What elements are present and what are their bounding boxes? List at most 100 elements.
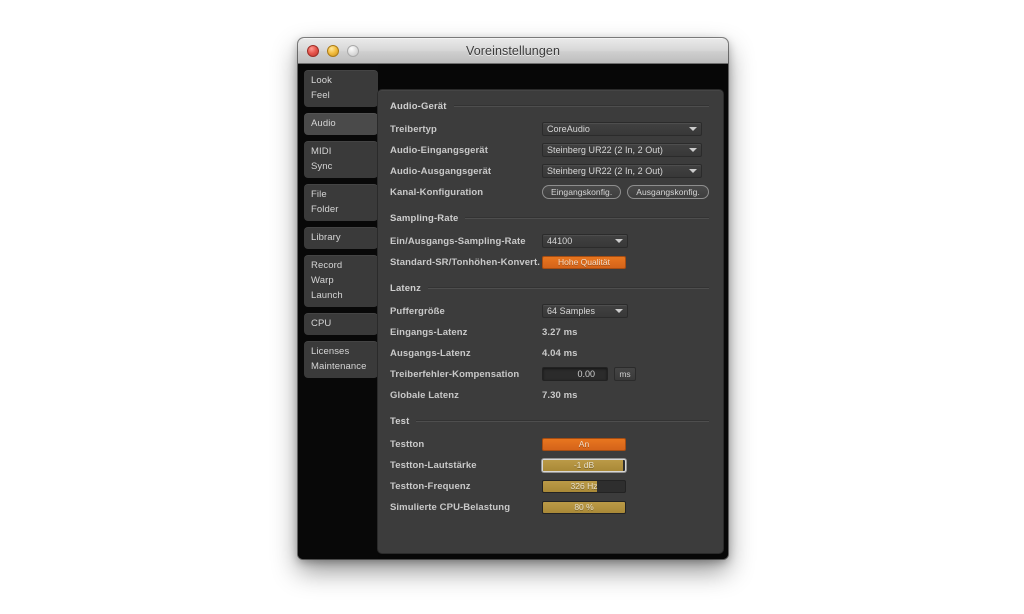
input-device-dropdown[interactable]: Steinberg UR22 (2 In, 2 Out) <box>542 143 702 157</box>
sidebar-label-folder: Folder <box>311 203 339 215</box>
sidebar-label-launch: Launch <box>311 289 343 301</box>
sidebar-item-look-feel[interactable]: Look Feel <box>304 70 378 107</box>
preferences-window: Voreinstellungen Look Feel Audio MIDI Sy… <box>298 38 728 559</box>
content-wrapper: Audio-Gerät Treibertyp CoreAudio Audio-E… <box>378 64 728 559</box>
label-overall-latency: Globale Latenz <box>390 389 459 401</box>
test-tone-toggle[interactable]: An <box>542 437 626 451</box>
field-driver-type: CoreAudio <box>542 122 709 136</box>
input-latency-value: 3.27 ms <box>542 326 578 338</box>
section-header-audio-device: Audio-Gerät <box>390 100 709 112</box>
field-input-device: Steinberg UR22 (2 In, 2 Out) <box>542 143 709 157</box>
label-test-tone-volume: Testton-Lautstärke <box>390 459 477 471</box>
sidebar-label-audio: Audio <box>311 117 336 129</box>
output-device-dropdown[interactable]: Steinberg UR22 (2 In, 2 Out) <box>542 164 702 178</box>
label-driver-type: Treibertyp <box>390 123 437 135</box>
label-input-device: Audio-Eingangsgerät <box>390 144 488 156</box>
sidebar-item-record-warp-launch[interactable]: Record Warp Launch <box>304 255 378 307</box>
sidebar-item-library[interactable]: Library <box>304 227 378 249</box>
driver-error-comp-input[interactable]: 0.00 <box>542 367 608 381</box>
io-sample-rate-dropdown[interactable]: 44100 <box>542 234 628 248</box>
label-channel-config: Kanal-Konfiguration <box>390 186 484 198</box>
sidebar-label-look: Look <box>311 74 333 86</box>
row-input-device: Audio-Eingangsgerät Steinberg UR22 (2 In… <box>390 140 709 160</box>
chevron-down-icon <box>689 148 697 152</box>
field-output-latency: 4.04 ms <box>542 348 709 359</box>
test-tone-frequency-value: 326 Hz <box>570 481 598 491</box>
section-header-test: Test <box>390 415 709 427</box>
buffer-size-dropdown[interactable]: 64 Samples <box>542 304 628 318</box>
cpu-load-simulator-value: 80 % <box>574 502 594 512</box>
sidebar-item-audio[interactable]: Audio <box>304 113 378 135</box>
close-button[interactable] <box>307 45 319 57</box>
label-output-latency: Ausgangs-Latenz <box>390 347 471 359</box>
window-title: Voreinstellungen <box>465 44 561 58</box>
chevron-down-icon <box>689 127 697 131</box>
label-output-device: Audio-Ausgangsgerät <box>390 165 492 177</box>
row-input-latency: Eingangs-Latenz 3.27 ms <box>390 322 709 342</box>
row-driver-error-comp: Treiberfehler-Kompensation 0.00 ms <box>390 364 709 384</box>
window-body: Look Feel Audio MIDI Sync File Folder Li… <box>298 64 728 559</box>
sidebar-label-record: Record <box>311 259 343 271</box>
field-sr-conversion: Hohe Qualität <box>542 255 709 269</box>
field-overall-latency: 7.30 ms <box>542 390 709 401</box>
row-buffer-size: Puffergröße 64 Samples <box>390 301 709 321</box>
sidebar-label-licenses: Licenses <box>311 345 350 357</box>
row-test-tone: Testton An <box>390 434 709 454</box>
row-overall-latency: Globale Latenz 7.30 ms <box>390 385 709 405</box>
desktop-backdrop: Voreinstellungen Look Feel Audio MIDI Sy… <box>0 0 1024 614</box>
label-test-tone: Testton <box>390 438 425 450</box>
section-divider <box>428 287 709 289</box>
label-cpu-load-simulator: Simulierte CPU-Belastung <box>390 501 511 513</box>
sidebar-label-warp: Warp <box>311 274 334 286</box>
sidebar-label-sync: Sync <box>311 160 333 172</box>
test-tone-frequency-slider[interactable]: 326 Hz <box>542 479 626 493</box>
section-title-sampling-rate: Sampling-Rate <box>390 212 459 224</box>
sidebar-label-library: Library <box>311 231 341 243</box>
field-input-latency: 3.27 ms <box>542 327 709 338</box>
sidebar-item-licenses-maintenance[interactable]: Licenses Maintenance <box>304 341 378 378</box>
buffer-size-value: 64 Samples <box>547 306 596 316</box>
section-divider <box>453 105 709 107</box>
sidebar-item-file-folder[interactable]: File Folder <box>304 184 378 221</box>
sr-conversion-toggle[interactable]: Hohe Qualität <box>542 255 626 269</box>
preferences-sidebar: Look Feel Audio MIDI Sync File Folder Li… <box>298 64 378 559</box>
section-title-latency: Latenz <box>390 282 421 294</box>
section-title-test: Test <box>390 415 410 427</box>
cpu-load-simulator-slider[interactable]: 80 % <box>542 500 626 514</box>
field-buffer-size: 64 Samples <box>542 304 709 318</box>
field-test-tone-volume: -1 dB <box>542 458 709 472</box>
label-io-sample-rate: Ein/Ausgangs-Sampling-Rate <box>390 235 526 247</box>
sidebar-label-feel: Feel <box>311 89 330 101</box>
window-titlebar[interactable]: Voreinstellungen <box>298 38 728 64</box>
input-device-value: Steinberg UR22 (2 In, 2 Out) <box>547 145 663 155</box>
sidebar-label-file: File <box>311 188 327 200</box>
chevron-down-icon <box>615 239 623 243</box>
chevron-down-icon <box>615 309 623 313</box>
driver-error-comp-unit[interactable]: ms <box>614 367 636 381</box>
row-test-tone-frequency: Testton-Frequenz 326 Hz <box>390 476 709 496</box>
minimize-button[interactable] <box>327 45 339 57</box>
chevron-down-icon <box>689 169 697 173</box>
row-sr-conversion: Standard-SR/Tonhöhen-Konvert. Hohe Quali… <box>390 252 709 272</box>
section-header-sampling-rate: Sampling-Rate <box>390 212 709 224</box>
io-sample-rate-value: 44100 <box>547 236 573 246</box>
input-config-button[interactable]: Eingangskonfig. <box>542 185 622 199</box>
label-input-latency: Eingangs-Latenz <box>390 326 468 338</box>
sidebar-item-cpu[interactable]: CPU <box>304 313 378 335</box>
field-driver-error-comp: 0.00 ms <box>542 367 709 381</box>
sidebar-item-midi-sync[interactable]: MIDI Sync <box>304 141 378 178</box>
driver-type-dropdown[interactable]: CoreAudio <box>542 122 702 136</box>
label-sr-conversion: Standard-SR/Tonhöhen-Konvert. <box>390 256 540 268</box>
preferences-content-panel: Audio-Gerät Treibertyp CoreAudio Audio-E… <box>378 90 723 553</box>
section-sampling-rate: Sampling-Rate Ein/Ausgangs-Sampling-Rate… <box>390 212 709 272</box>
driver-type-value: CoreAudio <box>547 124 590 134</box>
test-tone-volume-slider[interactable]: -1 dB <box>542 458 626 472</box>
zoom-button <box>347 45 359 57</box>
section-audio-device: Audio-Gerät Treibertyp CoreAudio Audio-E… <box>390 100 709 202</box>
row-io-sample-rate: Ein/Ausgangs-Sampling-Rate 44100 <box>390 231 709 251</box>
window-controls <box>307 45 359 57</box>
label-test-tone-frequency: Testton-Frequenz <box>390 480 471 492</box>
sidebar-label-maintenance: Maintenance <box>311 360 367 372</box>
row-driver-type: Treibertyp CoreAudio <box>390 119 709 139</box>
output-config-button[interactable]: Ausgangskonfig. <box>627 185 709 199</box>
